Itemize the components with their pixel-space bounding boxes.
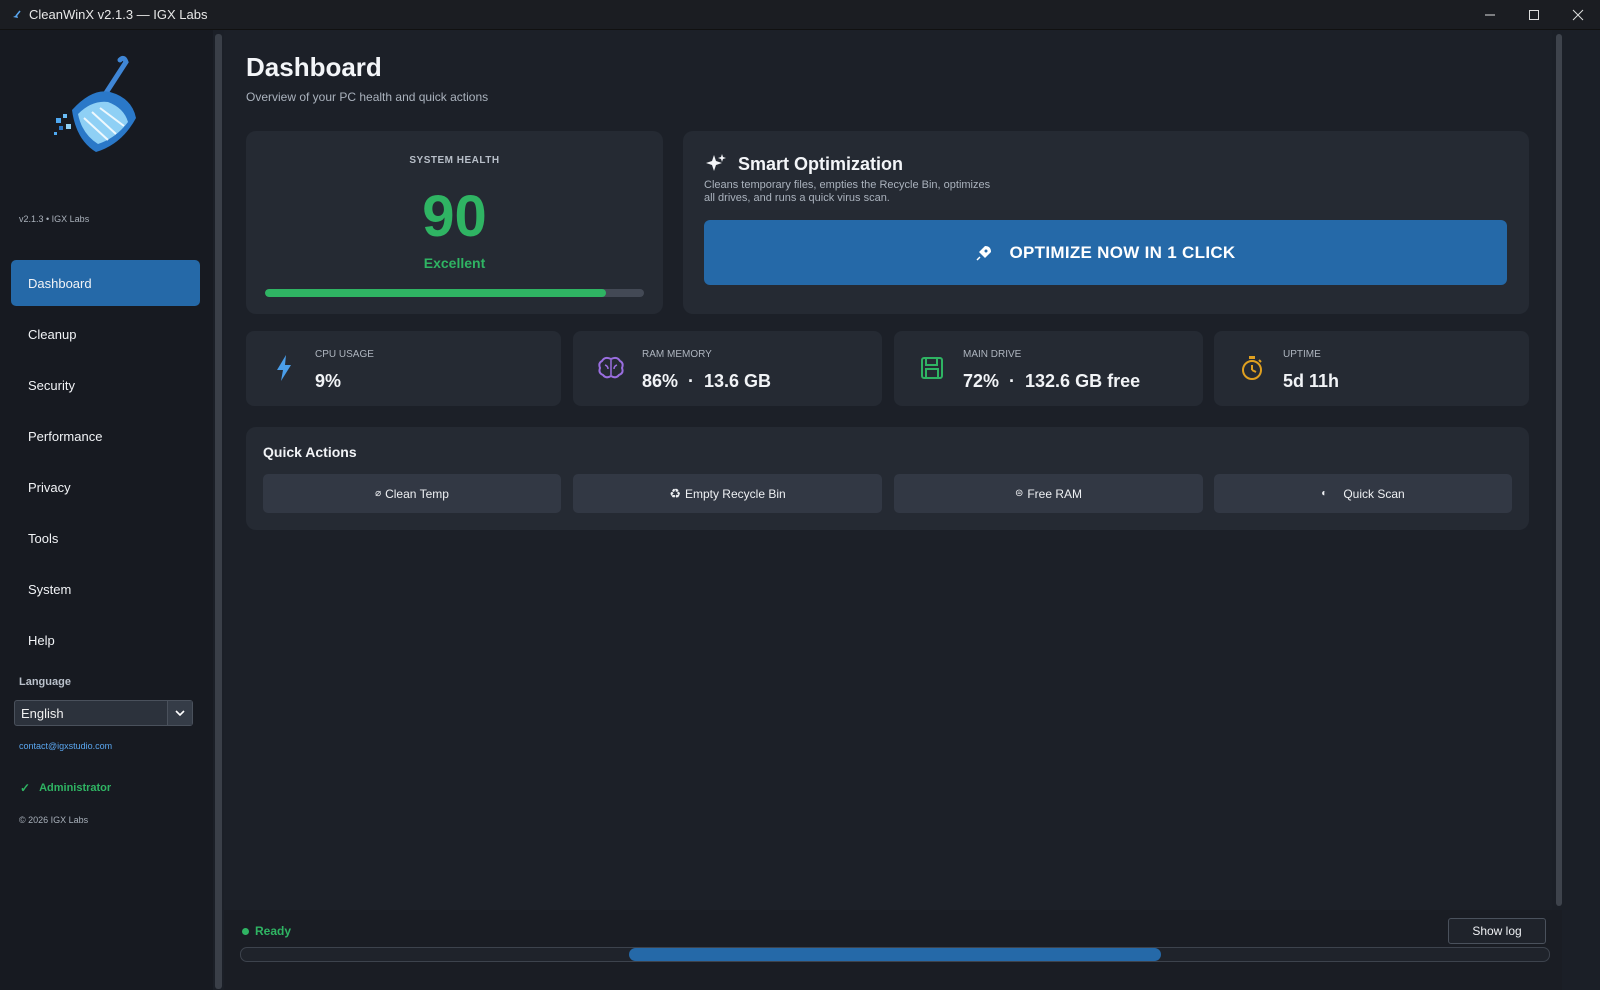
sidebar-nav: Dashboard Cleanup Security Performance P… xyxy=(11,260,200,668)
contact-link[interactable]: contact@igxstudio.com xyxy=(19,741,112,751)
health-progress-bar xyxy=(265,289,644,297)
ram-memory-value: 86% · 13.6 GB xyxy=(642,371,772,391)
chevron-down-icon[interactable] xyxy=(167,701,192,725)
empty-recycle-bin-button[interactable]: ♻ Empty Recycle Bin xyxy=(573,474,882,513)
sidebar-item-privacy[interactable]: Privacy xyxy=(11,464,200,510)
title-bar: CleanWinX v2.1.3 — IGX Labs xyxy=(0,0,1600,30)
free-ram-button[interactable]: ⊜ Free RAM xyxy=(894,474,1203,513)
brain-icon xyxy=(597,354,625,382)
sidebar-item-security[interactable]: Security xyxy=(11,362,200,408)
smart-optimization-card: Smart Optimization Cleans temporary file… xyxy=(683,131,1529,314)
scan-icon: ◐ xyxy=(1321,488,1328,499)
version-label: v2.1.3 • IGX Labs xyxy=(19,214,90,224)
cpu-usage-label: CPU USAGE xyxy=(315,349,374,360)
close-button[interactable] xyxy=(1556,0,1600,30)
uptime-value: 5d 11h xyxy=(1283,371,1340,391)
optimize-now-button[interactable]: OPTIMIZE NOW IN 1 CLICK xyxy=(704,220,1507,285)
sidebar-scrollbar[interactable] xyxy=(215,34,222,989)
main-scrollbar[interactable] xyxy=(1556,34,1562,906)
memory-icon: ⊜ xyxy=(1014,488,1024,499)
page-subtitle: Overview of your PC health and quick act… xyxy=(246,90,489,104)
quick-actions-card: Quick Actions ⌀ Clean Temp ♻ Empty Recyc… xyxy=(246,427,1529,530)
health-progress-fill xyxy=(265,289,607,297)
health-label: SYSTEM HEALTH xyxy=(409,155,500,166)
smart-description: Cleans temporary files, empties the Recy… xyxy=(704,179,991,204)
optimize-now-label: OPTIMIZE NOW IN 1 CLICK xyxy=(1009,242,1236,262)
uptime-card: UPTIME 5d 11h xyxy=(1214,331,1529,406)
floppy-disk-icon xyxy=(918,354,946,382)
ram-memory-label: RAM MEMORY xyxy=(642,349,712,360)
window-title: CleanWinX v2.1.3 — IGX Labs xyxy=(29,7,208,22)
health-rating: Excellent xyxy=(423,255,486,271)
show-log-button[interactable]: Show log xyxy=(1448,918,1546,944)
sparkles-icon xyxy=(706,153,726,178)
recycle-icon: ♻ xyxy=(669,485,681,501)
quick-scan-button[interactable]: ◐ Quick Scan xyxy=(1214,474,1512,513)
clean-temp-button[interactable]: ⌀ Clean Temp xyxy=(263,474,561,513)
uptime-label: UPTIME xyxy=(1283,349,1321,360)
ram-memory-card: RAM MEMORY 86% · 13.6 GB xyxy=(573,331,882,406)
status-text: Ready xyxy=(255,924,292,938)
language-value: English xyxy=(21,705,64,721)
maximize-button[interactable] xyxy=(1512,0,1556,30)
cpu-usage-card: CPU USAGE 9% xyxy=(246,331,561,406)
empty-recycle-bin-label: Empty Recycle Bin xyxy=(684,486,786,501)
rocket-icon xyxy=(975,244,993,262)
sidebar-item-help[interactable]: Help xyxy=(11,617,200,663)
maximize-icon xyxy=(1529,10,1539,20)
minimize-button[interactable] xyxy=(1468,0,1512,30)
sidebar-item-tools[interactable]: Tools xyxy=(11,515,200,561)
system-health-card: SYSTEM HEALTH 90 Excellent xyxy=(246,131,663,314)
close-icon xyxy=(1572,9,1584,21)
sidebar-item-performance[interactable]: Performance xyxy=(11,413,200,459)
quick-actions-title: Quick Actions xyxy=(263,444,357,460)
minimize-icon xyxy=(1485,14,1495,16)
activity-progress-bar xyxy=(240,947,1550,962)
broom-icon xyxy=(11,9,23,21)
role-label: Administrator xyxy=(39,782,112,794)
activity-progress-fill xyxy=(629,948,1161,961)
clean-icon: ⌀ xyxy=(375,488,382,499)
page-title: Dashboard xyxy=(246,52,382,82)
language-label: Language xyxy=(19,676,71,688)
status-dot-icon xyxy=(242,927,249,935)
role-indicator: ✓ Administrator xyxy=(20,781,111,795)
smart-title: Smart Optimization xyxy=(738,154,904,174)
main-drive-label: MAIN DRIVE xyxy=(963,349,1022,360)
sidebar-item-system[interactable]: System xyxy=(11,566,200,612)
stopwatch-icon xyxy=(1238,354,1266,382)
health-score: 90 xyxy=(422,184,487,249)
check-icon: ✓ xyxy=(20,781,31,795)
sidebar-item-dashboard[interactable]: Dashboard xyxy=(11,260,200,306)
lightning-icon xyxy=(270,354,298,382)
language-select[interactable]: English xyxy=(14,700,193,726)
app-logo xyxy=(52,52,148,162)
main-drive-value: 72% · 132.6 GB free xyxy=(963,371,1141,391)
cpu-usage-value: 9% xyxy=(315,371,342,391)
clean-temp-label: Clean Temp xyxy=(385,486,449,501)
main-drive-card: MAIN DRIVE 72% · 132.6 GB free xyxy=(894,331,1203,406)
quick-scan-label: Quick Scan xyxy=(1343,486,1405,501)
copyright: © 2026 IGX Labs xyxy=(19,815,89,825)
status-indicator: Ready xyxy=(242,924,291,938)
free-ram-label: Free RAM xyxy=(1027,486,1083,501)
sidebar-item-cleanup[interactable]: Cleanup xyxy=(11,311,200,357)
